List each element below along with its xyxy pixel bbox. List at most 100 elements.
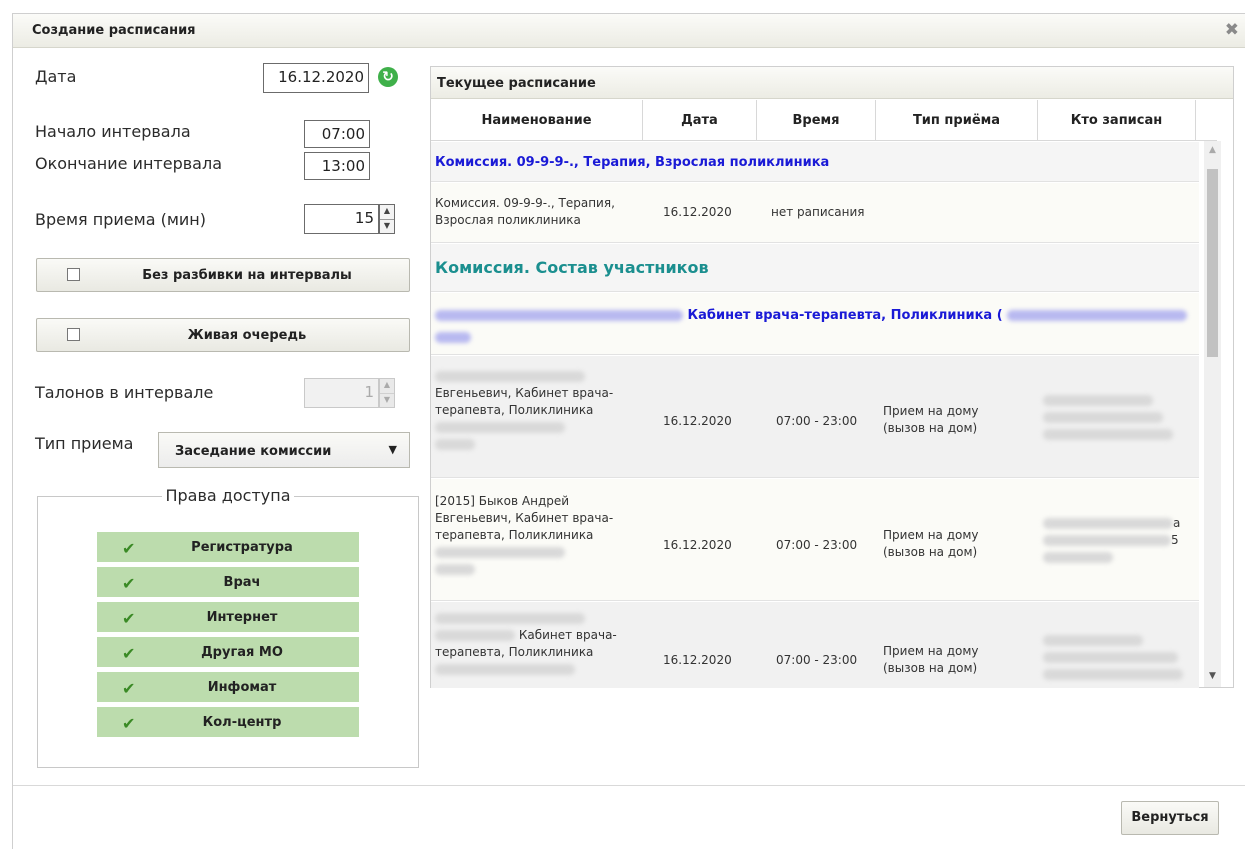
- row-date: 16.12.2020: [663, 205, 732, 219]
- interval-start-label: Начало интервала: [35, 122, 191, 141]
- schedule-dialog: Создание расписания ✖ Дата 16.12.2020 ↻ …: [12, 13, 1245, 849]
- schedule-scrollbar[interactable]: ▲ ▼: [1204, 141, 1221, 687]
- redacted-text: [435, 332, 471, 343]
- tickets-input[interactable]: 1: [304, 378, 379, 408]
- redacted-text: [1043, 429, 1173, 440]
- duration-stepper[interactable]: ▲ ▼: [379, 204, 395, 234]
- access-rights-legend: Права доступа: [162, 486, 294, 505]
- row-name-line2: терапевта, Поликлиника: [435, 403, 594, 417]
- redacted-text: [435, 439, 475, 450]
- footer-divider: [13, 785, 1245, 786]
- redacted-text: [435, 371, 585, 382]
- chevron-up-icon[interactable]: ▲: [380, 379, 394, 393]
- column-header-type[interactable]: Тип приёма: [876, 100, 1038, 141]
- right-other-mo[interactable]: ✔ Другая МО: [96, 636, 360, 668]
- tickets-label: Талонов в интервале: [35, 383, 214, 402]
- row-time: 07:00 - 23:00: [776, 414, 858, 428]
- chevron-down-icon[interactable]: ▼: [380, 219, 394, 233]
- access-rights-group: Права доступа ✔ Регистратура ✔ Врач ✔ Ин…: [37, 486, 419, 768]
- redacted-text: [1007, 310, 1188, 321]
- right-label: Инфомат: [207, 680, 277, 695]
- dialog-titlebar: Создание расписания ✖: [13, 14, 1245, 48]
- row-name-line1: Кабинет врача-: [518, 628, 617, 642]
- table-row[interactable]: Комиссия. 09-9-9-., Терапия, Взрослая по…: [431, 183, 1199, 243]
- right-internet[interactable]: ✔ Интернет: [96, 601, 360, 633]
- row-type-line2: (вызов на дом): [883, 421, 978, 435]
- scroll-down-icon[interactable]: ▼: [1204, 671, 1221, 681]
- column-header-booked[interactable]: Кто записан: [1038, 100, 1196, 141]
- redacted-text: [1043, 395, 1153, 406]
- interval-start-input[interactable]: 07:00: [304, 120, 370, 148]
- schedule-header: Текущее расписание: [431, 67, 1233, 99]
- appointment-type-label: Тип приема: [35, 434, 134, 453]
- row-type-line1: Прием на дому: [883, 528, 979, 542]
- redacted-text: [1043, 412, 1163, 423]
- right-label: Интернет: [206, 610, 278, 625]
- row-type-line2: (вызов на дом): [883, 545, 978, 559]
- redacted-text: [435, 422, 565, 433]
- schedule-title: Текущее расписание: [437, 76, 596, 91]
- right-label: Кол-центр: [202, 715, 282, 730]
- live-queue-toggle[interactable]: Живая очередь: [36, 318, 410, 352]
- interval-end-input[interactable]: 13:00: [304, 152, 370, 180]
- column-header-date[interactable]: Дата: [643, 100, 757, 141]
- redacted-text: [435, 613, 585, 624]
- column-header-time[interactable]: Время: [757, 100, 876, 141]
- right-label: Врач: [223, 575, 261, 590]
- redacted-text: [1043, 652, 1178, 663]
- subgroup-header[interactable]: Кабинет врача-терапевта, Поликлиника (: [431, 293, 1199, 355]
- row-time: 07:00 - 23:00: [776, 538, 858, 552]
- redacted-text: [435, 564, 475, 575]
- no-split-toggle[interactable]: Без разбивки на интервалы: [36, 258, 410, 292]
- right-infomat[interactable]: ✔ Инфомат: [96, 671, 360, 703]
- live-queue-label: Живая очередь: [187, 328, 307, 343]
- group-header-label[interactable]: Комиссия. 09-9-9-., Терапия, Взрослая по…: [435, 154, 829, 171]
- no-split-label: Без разбивки на интервалы: [142, 268, 352, 283]
- dialog-title: Создание расписания: [32, 23, 196, 38]
- chevron-up-icon[interactable]: ▲: [380, 205, 394, 219]
- table-row[interactable]: Кабинет врача- терапевта, Поликлиника 16…: [431, 602, 1199, 688]
- refresh-date-icon[interactable]: ↻: [378, 67, 398, 87]
- row-date: 16.12.2020: [663, 414, 732, 428]
- right-label: Регистратура: [191, 540, 293, 555]
- row-type-line1: Прием на дому: [883, 644, 979, 658]
- subgroup-header-label[interactable]: Кабинет врача-терапевта, Поликлиника (: [688, 308, 1003, 323]
- tickets-stepper[interactable]: ▲ ▼: [379, 378, 395, 408]
- current-schedule-panel: Текущее расписание Наименование Дата Вре…: [430, 66, 1234, 688]
- booked-tail-1: а: [1173, 516, 1181, 530]
- redacted-text: [1043, 552, 1113, 563]
- column-header-name[interactable]: Наименование: [431, 100, 643, 141]
- right-call-center[interactable]: ✔ Кол-центр: [96, 706, 360, 738]
- row-name-line1: Комиссия. 09-9-9-., Терапия,: [435, 196, 615, 210]
- row-name-line2: терапевта, Поликлиника: [435, 528, 594, 542]
- row-date: 16.12.2020: [663, 538, 732, 552]
- row-name-line1: Евгеньевич, Кабинет врача-: [435, 511, 614, 525]
- row-type-line2: (вызов на дом): [883, 661, 978, 675]
- table-row[interactable]: [2015] Быков Андрей Евгеньевич, Кабинет …: [431, 479, 1199, 601]
- back-button[interactable]: Вернуться: [1121, 801, 1219, 835]
- booked-tail-2: 5: [1171, 533, 1179, 547]
- redacted-text: [435, 664, 575, 675]
- date-input[interactable]: 16.12.2020: [263, 63, 369, 93]
- row-name-line1: Евгеньевич, Кабинет врача-: [435, 386, 614, 400]
- redacted-text: [1043, 518, 1173, 529]
- appointment-type-select[interactable]: Заседание комиссии ▼: [158, 432, 410, 468]
- table-row[interactable]: Евгеньевич, Кабинет врача- терапевта, По…: [431, 356, 1199, 478]
- duration-input[interactable]: 15: [304, 204, 379, 234]
- scroll-thumb[interactable]: [1207, 169, 1218, 357]
- group-header-commission[interactable]: Комиссия. 09-9-9-., Терапия, Взрослая по…: [431, 142, 1199, 182]
- right-doctor[interactable]: ✔ Врач: [96, 566, 360, 598]
- appointment-type-value: Заседание комиссии: [175, 444, 332, 459]
- section-title: Комиссия. Состав участников: [435, 258, 709, 277]
- right-registry[interactable]: ✔ Регистратура: [96, 531, 360, 563]
- close-icon[interactable]: ✖: [1225, 20, 1239, 40]
- row-name-line2: терапевта, Поликлиника: [435, 645, 594, 659]
- chevron-down-icon[interactable]: ▼: [380, 393, 394, 407]
- row-name-line0: [2015] Быков Андрей: [435, 494, 570, 508]
- scroll-up-icon[interactable]: ▲: [1204, 145, 1221, 155]
- row-time: нет рaписания: [771, 205, 865, 219]
- redacted-text: [435, 630, 515, 641]
- interval-end-label: Окончание интервала: [35, 154, 222, 173]
- date-label: Дата: [35, 67, 77, 86]
- redacted-text: [1043, 669, 1183, 680]
